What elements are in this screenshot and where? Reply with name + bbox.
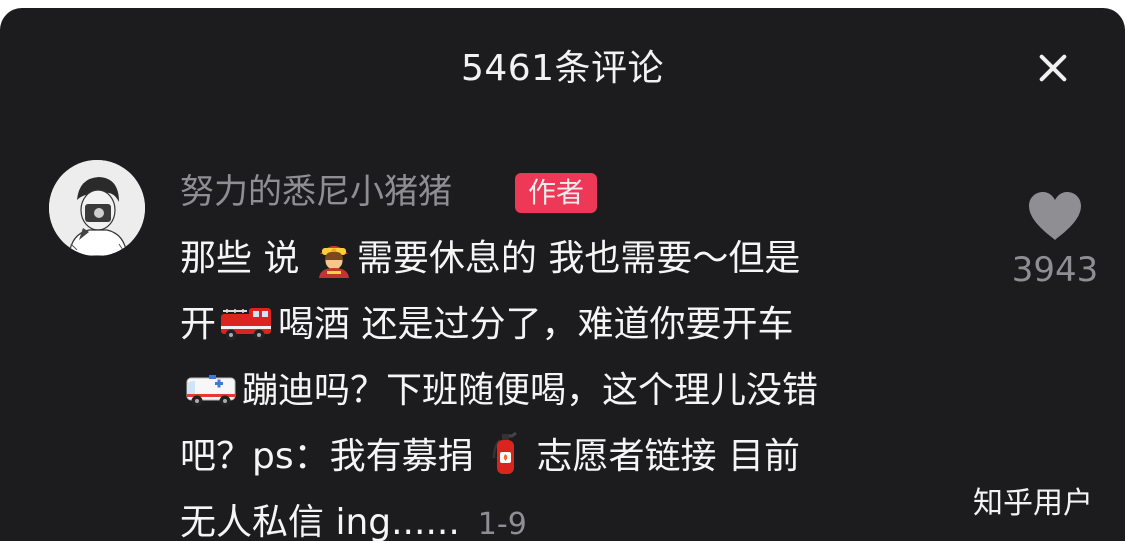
comment-text-segment: 吧？ps：我有募捐 (180, 436, 486, 477)
fire-extinguisher-icon (488, 430, 522, 494)
watermark: 知乎用户 (973, 486, 1093, 521)
comments-sheet: 5461条评论 努力的悉尼小猪猪 作者 那些 说 需要休息的 我也需要～但是 开… (0, 8, 1125, 541)
comment-text-segment: 喝酒 还是过分了，难道你要开车 (278, 304, 794, 345)
firefighter-icon (314, 238, 354, 296)
comment-line: 蹦迪吗？下班随便喝，这个理儿没错 (180, 362, 980, 428)
comment-username[interactable]: 努力的悉尼小猪猪 (180, 170, 452, 214)
like-count: 3943 (1011, 250, 1099, 290)
fire-truck-icon (219, 304, 275, 362)
like-button[interactable]: 3943 (1000, 190, 1110, 292)
comment-line: 开 喝酒 还是过分了，难道你要开车 (180, 296, 980, 362)
comment-line: 那些 说 需要休息的 我也需要～但是 (180, 230, 980, 296)
comment-text-segment: 蹦迪吗？下班随便喝，这个理儿没错 (242, 370, 819, 411)
comment-text-segment: 那些 说 (180, 238, 311, 279)
comment-text-segment: 开 (180, 304, 217, 345)
author-badge: 作者 (515, 173, 598, 213)
close-icon[interactable] (1033, 48, 1073, 88)
comment-text-segment: 需要休息的 我也需要～但是 (356, 238, 801, 279)
avatar[interactable] (49, 160, 145, 256)
ambulance-icon (183, 370, 239, 428)
avatar-drawing (49, 160, 145, 256)
heart-icon[interactable] (1025, 190, 1085, 242)
comments-count-title: 5461条评论 (460, 48, 665, 89)
comment-text-segment: 无人私信 ing...... (180, 502, 460, 541)
comment-time: 1-9 (477, 507, 527, 541)
comment-text-segment: 志愿者链接 目前 (525, 436, 800, 477)
comment-line: 吧？ps：我有募捐 志愿者链接 目前 (180, 428, 980, 494)
comment-text: 那些 说 需要休息的 我也需要～但是 开 喝酒 还是过分了，难道你要开车 蹦迪吗？… (180, 230, 980, 541)
comment-line: 无人私信 ing...... 1-9 (180, 494, 980, 541)
